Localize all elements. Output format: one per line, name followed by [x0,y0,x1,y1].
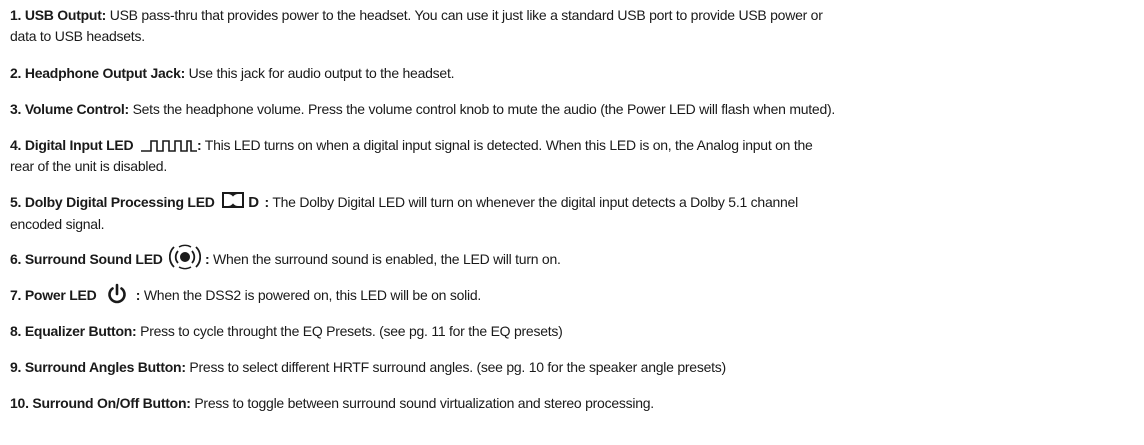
item-title: Equalizer Button: [24,323,137,339]
item-description: Press to select different HRTF surround … [189,359,726,375]
item-description: When the DSS2 is powered on, this LED wi… [143,287,482,303]
item-description: Use this jack for audio output to the he… [188,65,455,81]
dolby-digital-icon [222,192,245,214]
digital-waveform-icon [140,139,197,153]
surround-sound-icon [169,243,202,271]
item-number: 7. [10,287,22,303]
list-item-headphone-output: 2. Headphone Output Jack: Use this jack … [10,63,454,84]
item-title: Volume Control: [24,101,129,117]
item-description: USB pass-thru that provides power to the… [109,7,823,23]
item-colon: : [135,287,141,303]
item-title: Digital Input LED [24,137,134,153]
item-title: Surround Sound LED [24,251,163,267]
item-number: 5. [10,194,22,210]
item-description: Press to toggle between surround sound v… [194,395,654,411]
item-number: 4. [10,137,22,153]
list-item-dolby-digital-led: 5. Dolby Digital Processing LED D : The … [10,192,798,235]
dolby-d-letter: D [248,194,259,211]
list-item-surround-angles-button: 9. Surround Angles Button: Press to sele… [10,357,726,378]
item-title: Headphone Output Jack: [24,65,186,81]
item-colon: : [204,251,210,267]
item-title: Power LED [24,287,97,303]
item-description: Press to cycle throught the EQ Presets. … [140,323,563,339]
item-number: 2. [10,65,22,81]
item-title: USB Output: [24,7,107,23]
item-number: 8. [10,323,22,339]
item-number: 3. [10,101,22,117]
item-description: The Dolby Digital LED will turn on whene… [272,194,798,210]
item-title: Surround Angles Button: [24,359,186,375]
list-item-surround-onoff-button: 10. Surround On/Off Button: Press to tog… [10,393,654,414]
item-description-cont: data to USB headsets. [10,28,145,44]
item-description: When the surround sound is enabled, the … [213,251,561,267]
list-item-surround-sound-led: 6. Surround Sound LED : When the surroun… [10,245,561,271]
item-number: 9. [10,359,22,375]
item-description-cont: rear of the unit is disabled. [10,158,167,174]
list-item-digital-input-led: 4. Digital Input LED : This LED turns on… [10,135,813,177]
item-colon: : [196,137,202,153]
item-description: Sets the headphone volume. Press the vol… [132,101,836,117]
power-icon [106,283,128,305]
list-item-equalizer-button: 8. Equalizer Button: Press to cycle thro… [10,321,563,342]
item-title: Surround On/Off Button: [32,395,191,411]
item-number: 1. [10,7,22,23]
item-description: This LED turns on when a digital input s… [204,137,813,153]
item-colon: : [264,194,270,210]
list-item-usb-output: 1. USB Output: USB pass-thru that provid… [10,5,823,47]
list-item-power-led: 7. Power LED : When the DSS2 is powered … [10,283,482,306]
item-title: Dolby Digital Processing LED [24,194,215,210]
item-number: 6. [10,251,22,267]
list-item-volume-control: 3. Volume Control: Sets the headphone vo… [10,99,835,120]
item-description-cont: encoded signal. [10,216,105,233]
item-number: 10. [10,395,29,411]
